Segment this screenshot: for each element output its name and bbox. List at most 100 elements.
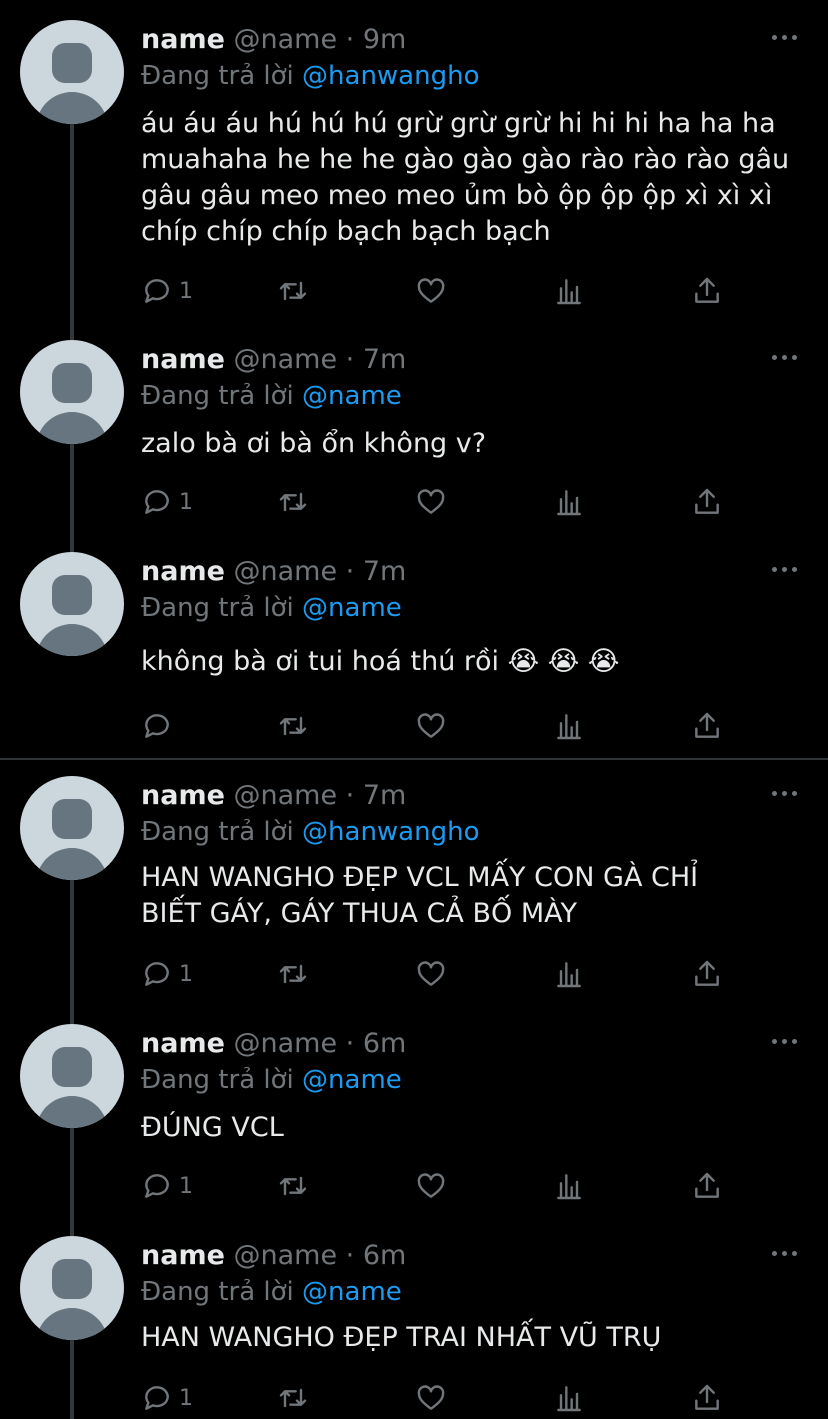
tweet-actions: 1 [141, 1169, 781, 1203]
reply-button[interactable]: 1 [141, 1381, 193, 1415]
like-button[interactable] [415, 709, 447, 743]
replying-to-label: Đang trả lời [141, 817, 294, 847]
tweet-text: zalo bà ơi bà ổn không v? [141, 428, 487, 459]
retweet-icon [279, 492, 307, 512]
analytics-button[interactable] [553, 709, 585, 743]
like-button[interactable] [415, 274, 447, 308]
analytics-button[interactable] [553, 274, 585, 308]
avatar-icon[interactable] [20, 340, 124, 444]
retweet-button[interactable] [277, 485, 309, 519]
tweet-header: name @name · 6m [141, 1236, 406, 1276]
retweet-icon [279, 281, 307, 301]
user-handle[interactable]: @name [233, 24, 337, 55]
timestamp[interactable]: · 9m [346, 24, 407, 55]
retweet-button[interactable] [277, 1381, 309, 1415]
analytics-icon [557, 490, 581, 516]
like-button[interactable] [415, 485, 447, 519]
replying-to-handle[interactable]: @hanwangho [302, 61, 479, 91]
more-icon[interactable] [772, 788, 798, 798]
share-button[interactable] [691, 1381, 723, 1415]
tweet-header: name @name · 6m [141, 1024, 406, 1064]
reply-button[interactable] [141, 709, 179, 743]
more-icon[interactable] [772, 564, 798, 574]
like-button[interactable] [415, 957, 447, 991]
thread-divider [0, 758, 828, 760]
analytics-icon [557, 279, 581, 305]
tweet-actions: 1 [141, 1381, 781, 1415]
retweet-icon [279, 1176, 307, 1196]
tweet-header: name @name · 7m [141, 776, 406, 816]
like-icon [417, 278, 445, 303]
replying-to-handle[interactable]: @name [302, 1065, 402, 1095]
more-icon[interactable] [772, 1036, 798, 1046]
reply-icon [145, 1386, 169, 1410]
share-button[interactable] [691, 1169, 723, 1203]
tweet-header: name @name · 9m [141, 20, 406, 60]
display-name[interactable]: name [141, 1028, 225, 1059]
more-icon[interactable] [772, 32, 798, 42]
analytics-button[interactable] [553, 1169, 585, 1203]
display-name[interactable]: name [141, 780, 225, 811]
tweet-text: HAN WANGHO ĐẸP TRAI NHẤT VŨ TRỤ [141, 1322, 662, 1353]
retweet-button[interactable] [277, 709, 309, 743]
analytics-icon [557, 714, 581, 740]
avatar-icon[interactable] [20, 552, 124, 656]
replying-to-handle[interactable]: @hanwangho [302, 817, 479, 847]
retweet-button[interactable] [277, 957, 309, 991]
analytics-button[interactable] [553, 485, 585, 519]
replying-to-label: Đang trả lời [141, 593, 294, 623]
analytics-button[interactable] [553, 1381, 585, 1415]
timestamp[interactable]: · 7m [346, 780, 407, 811]
tweet-actions: 1 [141, 957, 781, 991]
avatar-icon[interactable] [20, 1024, 124, 1128]
replying-to: Đang trả lời @name [141, 588, 402, 628]
tweet-text: ĐÚNG VCL [141, 1112, 284, 1143]
replying-to: Đang trả lời @name [141, 1060, 402, 1100]
display-name[interactable]: name [141, 1240, 225, 1271]
user-handle[interactable]: @name [233, 780, 337, 811]
user-handle[interactable]: @name [233, 344, 337, 375]
timestamp[interactable]: · 7m [346, 556, 407, 587]
replying-to-handle[interactable]: @name [302, 593, 402, 623]
thread-line [70, 444, 74, 552]
reply-button[interactable]: 1 [141, 1169, 193, 1203]
reply-count: 1 [179, 489, 193, 515]
display-name[interactable]: name [141, 556, 225, 587]
user-handle[interactable]: @name [233, 1028, 337, 1059]
display-name[interactable]: name [141, 24, 225, 55]
like-button[interactable] [415, 1169, 447, 1203]
analytics-icon [557, 1174, 581, 1200]
analytics-button[interactable] [553, 957, 585, 991]
user-handle[interactable]: @name [233, 556, 337, 587]
share-button[interactable] [691, 274, 723, 308]
share-button[interactable] [691, 957, 723, 991]
replying-to-handle[interactable]: @name [302, 381, 402, 411]
share-button[interactable] [691, 709, 723, 743]
display-name[interactable]: name [141, 344, 225, 375]
more-icon[interactable] [772, 1248, 798, 1258]
reply-button[interactable]: 1 [141, 485, 193, 519]
reply-count: 1 [179, 1385, 193, 1411]
more-icon[interactable] [772, 352, 798, 362]
replying-to-handle[interactable]: @name [302, 1277, 402, 1307]
timestamp[interactable]: · 6m [346, 1028, 407, 1059]
reply-icon [145, 279, 169, 303]
reply-count: 1 [179, 1173, 193, 1199]
tweet-header: name @name · 7m [141, 340, 406, 380]
user-handle[interactable]: @name [233, 1240, 337, 1271]
timestamp[interactable]: · 6m [346, 1240, 407, 1271]
share-button[interactable] [691, 485, 723, 519]
like-icon [417, 961, 445, 986]
retweet-button[interactable] [277, 274, 309, 308]
tweet-actions: 1 [141, 274, 781, 308]
avatar-icon[interactable] [20, 20, 124, 124]
avatar-icon[interactable] [20, 1236, 124, 1340]
like-button[interactable] [415, 1381, 447, 1415]
reply-button[interactable]: 1 [141, 274, 193, 308]
timestamp[interactable]: · 7m [346, 344, 407, 375]
share-icon [695, 277, 719, 303]
like-icon [417, 1385, 445, 1410]
retweet-button[interactable] [277, 1169, 309, 1203]
reply-button[interactable]: 1 [141, 957, 193, 991]
avatar-icon[interactable] [20, 776, 124, 880]
